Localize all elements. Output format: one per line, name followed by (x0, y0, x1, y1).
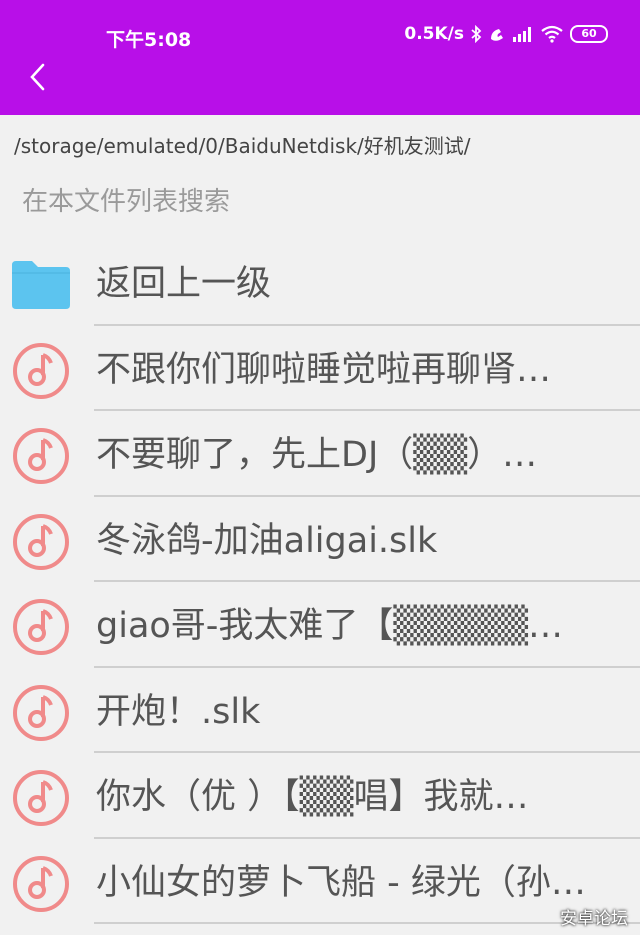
list-item-label: 你水（优 ）【▒▒唱】我就… (96, 777, 529, 817)
music-icon (10, 682, 72, 744)
current-path: /storage/emulated/0/BaiduNetdisk/好机友测试/ (14, 134, 471, 158)
list-item[interactable]: 不要聊了，先上DJ（▒▒）… (0, 411, 640, 497)
music-icon (10, 511, 72, 573)
status-time: 下午5:08 (106, 29, 192, 51)
bluetooth-icon (470, 25, 482, 43)
list-item[interactable]: 你水（优 ）【▒▒唱】我就… (0, 753, 640, 839)
call-icon (488, 25, 506, 43)
list-item-label: 小仙女的萝卜飞船 - 绿光（孙… (96, 862, 586, 903)
music-icon (10, 340, 72, 402)
list-item-parent-folder[interactable]: 返回上一级 (0, 240, 640, 326)
top-bar: 下午5:08 0.5K/s 60 (0, 0, 640, 115)
signal-icon (512, 26, 534, 42)
list-item-label: 冬泳鸽-加油aligai.slk (96, 520, 438, 561)
wifi-icon (540, 25, 564, 43)
music-icon (10, 425, 72, 487)
list-item[interactable]: giao哥-我太难了【▒▒▒▒▒… (0, 582, 640, 668)
file-list: 返回上一级 不跟你们聊啦睡觉啦再聊肾… 不要聊了，先上DJ（▒▒）… 冬泳鸽-加… (0, 240, 640, 924)
music-icon (10, 853, 72, 915)
list-item-label: 返回上一级 (96, 264, 272, 304)
folder-icon (10, 254, 72, 316)
list-item[interactable]: 不跟你们聊啦睡觉啦再聊肾… (0, 326, 640, 411)
net-speed: 0.5K/s (404, 24, 464, 44)
list-item-label: 不要聊了，先上DJ（▒▒）… (96, 435, 538, 475)
battery-indicator: 60 (570, 25, 608, 43)
music-icon (10, 767, 72, 829)
music-icon (10, 596, 72, 658)
divider (94, 922, 640, 924)
back-button[interactable] (20, 60, 54, 94)
search-input[interactable] (22, 183, 622, 221)
list-item[interactable]: 开炮！.slk (0, 668, 640, 753)
list-item[interactable]: 冬泳鸽-加油aligai.slk (0, 497, 640, 582)
list-item-label: giao哥-我太难了【▒▒▒▒▒… (96, 606, 564, 646)
chevron-left-icon (30, 63, 45, 91)
list-item-label: 开炮！.slk (96, 691, 261, 732)
list-item-label: 不跟你们聊啦睡觉啦再聊肾… (96, 349, 552, 390)
watermark: 安卓论坛 (560, 909, 628, 929)
status-icons: 0.5K/s 60 (404, 24, 608, 44)
list-item[interactable]: 小仙女的萝卜飞船 - 绿光（孙… (0, 839, 640, 924)
